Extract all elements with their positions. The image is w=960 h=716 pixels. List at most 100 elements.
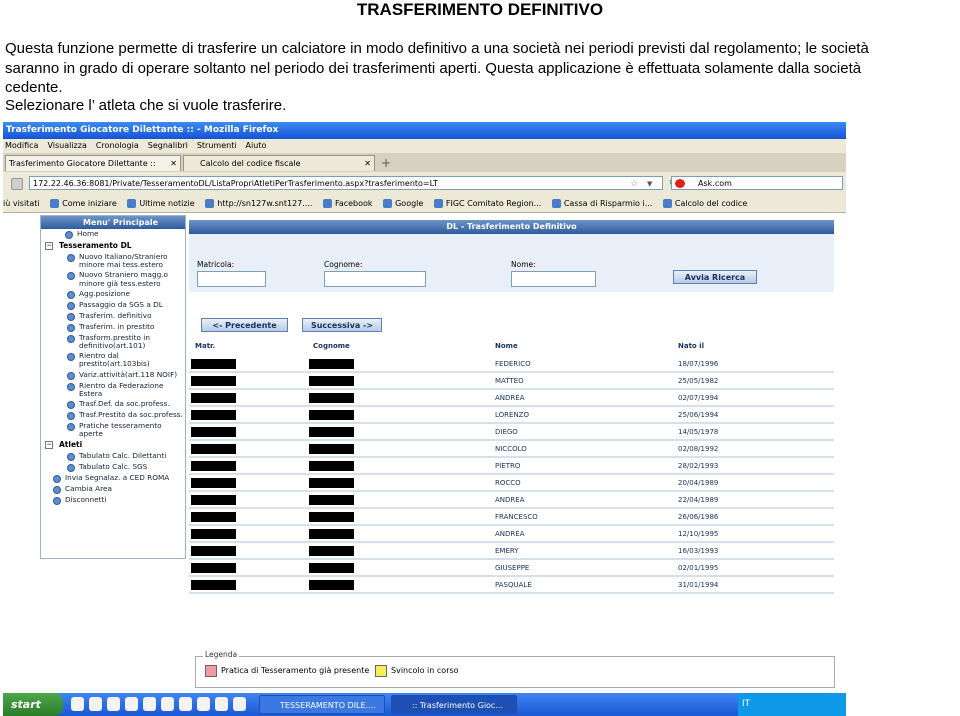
tab-label: Trasferimento Giocatore Dilettante ::	[9, 159, 156, 168]
sidebar-item[interactable]: Nuovo Italiano/Straniero minore mai tess…	[67, 252, 185, 270]
table-row[interactable]: ANDREA 22/04/1989	[189, 492, 834, 509]
quicklaunch-icon[interactable]	[233, 697, 246, 711]
sidebar-group-tesseramento[interactable]: − Tesseramento DL	[45, 240, 185, 252]
redacted-cognome	[309, 529, 354, 539]
sidebar-item[interactable]: Nuovo Straniero magg.o minore già tess.e…	[67, 270, 185, 288]
table-row[interactable]: FEDERICO 18/07/1996	[189, 356, 834, 373]
tab-trasferimento[interactable]: Trasferimento Giocatore Dilettante :: ✕	[5, 155, 181, 171]
sidebar-item[interactable]: Rientro dal prestito(art.103bis)	[67, 351, 185, 369]
column-header-nato[interactable]: Nato il	[678, 342, 704, 350]
browser-screenshot: Trasferimento Giocatore Dilettante :: - …	[3, 122, 846, 716]
column-header-cognome[interactable]: Cognome	[313, 342, 350, 350]
quicklaunch-icon[interactable]	[215, 697, 228, 711]
bookmark-item[interactable]: FIGC Comitato Region...	[433, 196, 541, 212]
navigation-bar: 172.22.46.36:8081/Private/TesseramentoDL…	[3, 172, 846, 196]
sidebar-item[interactable]: Variz.attività(art.118 NOIF)	[67, 370, 185, 381]
table-row[interactable]: ANDREA 12/10/1995	[189, 526, 834, 543]
sidebar-item[interactable]: Tabulato Calc. SGS	[67, 462, 185, 473]
bullet-icon	[65, 231, 73, 239]
bullet-icon	[67, 334, 75, 343]
filter-panel: Matricola: Cognome: Nome: Avvia Ricerca	[189, 234, 834, 292]
collapse-icon[interactable]: −	[45, 242, 53, 250]
url-bar[interactable]: 172.22.46.36:8081/Private/TesseramentoDL…	[29, 176, 677, 191]
cognome-input[interactable]	[324, 271, 426, 287]
taskbar-button-tesseramento[interactable]: TESSERAMENTO DILE....	[259, 695, 385, 714]
sidebar-item[interactable]: Rientro da Federazione Estera	[67, 381, 185, 399]
quicklaunch-icon[interactable]	[125, 697, 138, 711]
sidebar-item[interactable]: Trasferim. in prestito	[67, 322, 185, 333]
bookmark-item[interactable]: iù visitati	[3, 196, 40, 212]
close-icon[interactable]: ✕	[364, 156, 371, 172]
sidebar-item[interactable]: Tabulato Calc. Dilettanti	[67, 451, 185, 462]
redacted-matricola	[191, 478, 236, 488]
menu-item-strumenti[interactable]: Strumenti	[197, 139, 237, 153]
table-row[interactable]: GIUSEPPE 02/01/1995	[189, 560, 834, 577]
bookmark-item[interactable]: http://sn127w.snt127....	[205, 196, 312, 212]
star-icon[interactable]: ☆	[630, 177, 638, 191]
sidebar-item-home[interactable]: Home	[45, 229, 185, 240]
table-row[interactable]: DIEGO 14/05/1978	[189, 424, 834, 441]
quicklaunch-icon[interactable]	[71, 697, 84, 711]
quicklaunch-icon[interactable]	[107, 697, 120, 711]
bookmark-item[interactable]: Facebook	[322, 196, 373, 212]
quicklaunch-icon[interactable]	[161, 697, 174, 711]
table-row[interactable]: FRANCESCO 26/06/1986	[189, 509, 834, 526]
sidebar-item[interactable]: Trasf.Prestito da soc.profess.	[67, 410, 185, 421]
menu-item-visualizza[interactable]: Visualizza	[47, 139, 86, 153]
table-row[interactable]: EMERY 16/03/1993	[189, 543, 834, 560]
quicklaunch-icon[interactable]	[89, 697, 102, 711]
start-button[interactable]: start	[3, 693, 63, 716]
quicklaunch-icon[interactable]	[179, 697, 192, 711]
quicklaunch-icon[interactable]	[143, 697, 156, 711]
sidebar-item-invia-segnalazione[interactable]: Invia Segnalaz. a CED ROMA	[53, 473, 185, 484]
search-button[interactable]: Avvia Ricerca	[673, 270, 757, 284]
tab-codice-fiscale[interactable]: Calcolo del codice fiscale ✕	[183, 155, 375, 171]
sidebar-item-disconnetti[interactable]: Disconnetti	[53, 495, 185, 506]
dropdown-icon[interactable]: ▼	[647, 177, 652, 191]
sidebar-item[interactable]: Passaggio da SGS a DL	[67, 300, 185, 311]
menu-item-aiuto[interactable]: Aiuto	[246, 139, 267, 153]
previous-button[interactable]: <- Precedente	[201, 318, 288, 332]
search-input[interactable]: Ask.com	[671, 176, 843, 190]
sidebar-item[interactable]: Trasf.Def. da soc.profess.	[67, 399, 185, 410]
collapse-icon[interactable]: −	[45, 441, 53, 450]
cell-nato-il: 02/01/1995	[678, 564, 719, 572]
bookmark-item[interactable]: Ultime notizie	[127, 196, 195, 212]
sidebar-item[interactable]: Trasferim. definitivo	[67, 311, 185, 322]
redacted-matricola	[191, 410, 236, 420]
cell-nato-il: 26/06/1986	[678, 513, 719, 521]
menu-item-segnalibri[interactable]: Segnalibri	[148, 139, 188, 153]
table-row[interactable]: ANDREA 02/07/1994	[189, 390, 834, 407]
quicklaunch-icon[interactable]	[197, 697, 210, 711]
close-icon[interactable]: ✕	[170, 156, 177, 172]
menu-item-cronologia[interactable]: Cronologia	[96, 139, 139, 153]
redacted-matricola	[191, 427, 236, 437]
table-row[interactable]: MATTEO 25/05/1982	[189, 373, 834, 390]
redacted-cognome	[309, 512, 354, 522]
column-header-nome[interactable]: Nome	[495, 342, 518, 350]
table-row[interactable]: NICCOLO 02/08/1992	[189, 441, 834, 458]
table-row[interactable]: PASQUALE 31/01/1994	[189, 577, 834, 594]
sidebar-group-atleti[interactable]: − Atleti	[45, 439, 185, 451]
taskbar-button-firefox[interactable]: :: Trasferimento Gioc...	[391, 695, 517, 714]
new-tab-icon[interactable]: +	[381, 155, 391, 171]
sidebar-item-cambia-area[interactable]: Cambia Area	[53, 484, 185, 495]
sidebar-item[interactable]: Agg.posizione	[67, 289, 185, 300]
next-button[interactable]: Successiva ->	[302, 318, 382, 332]
table-row[interactable]: PIETRO 28/02/1993	[189, 458, 834, 475]
redacted-cognome	[309, 427, 354, 437]
bookmark-item[interactable]: Cassa di Risparmio i...	[551, 196, 652, 212]
column-header-matricola[interactable]: Matr.	[195, 342, 215, 350]
nome-input[interactable]	[511, 271, 596, 287]
table-row[interactable]: LORENZO 25/06/1994	[189, 407, 834, 424]
sidebar-item[interactable]: Trasform.prestito in definitivo(art.101)	[67, 333, 185, 351]
bookmark-item[interactable]: Google	[383, 196, 423, 212]
table-row[interactable]: ROCCO 20/04/1989	[189, 475, 834, 492]
menu-item-modifica[interactable]: Modifica	[5, 139, 38, 153]
bookmark-item[interactable]: Calcolo del codice	[662, 196, 747, 212]
sidebar-item[interactable]: Pratiche tesseramento aperte	[67, 421, 185, 439]
redacted-matricola	[191, 529, 236, 539]
bullet-icon	[67, 323, 75, 332]
matricola-input[interactable]	[197, 271, 266, 287]
bookmark-item[interactable]: Come iniziare	[50, 196, 117, 212]
